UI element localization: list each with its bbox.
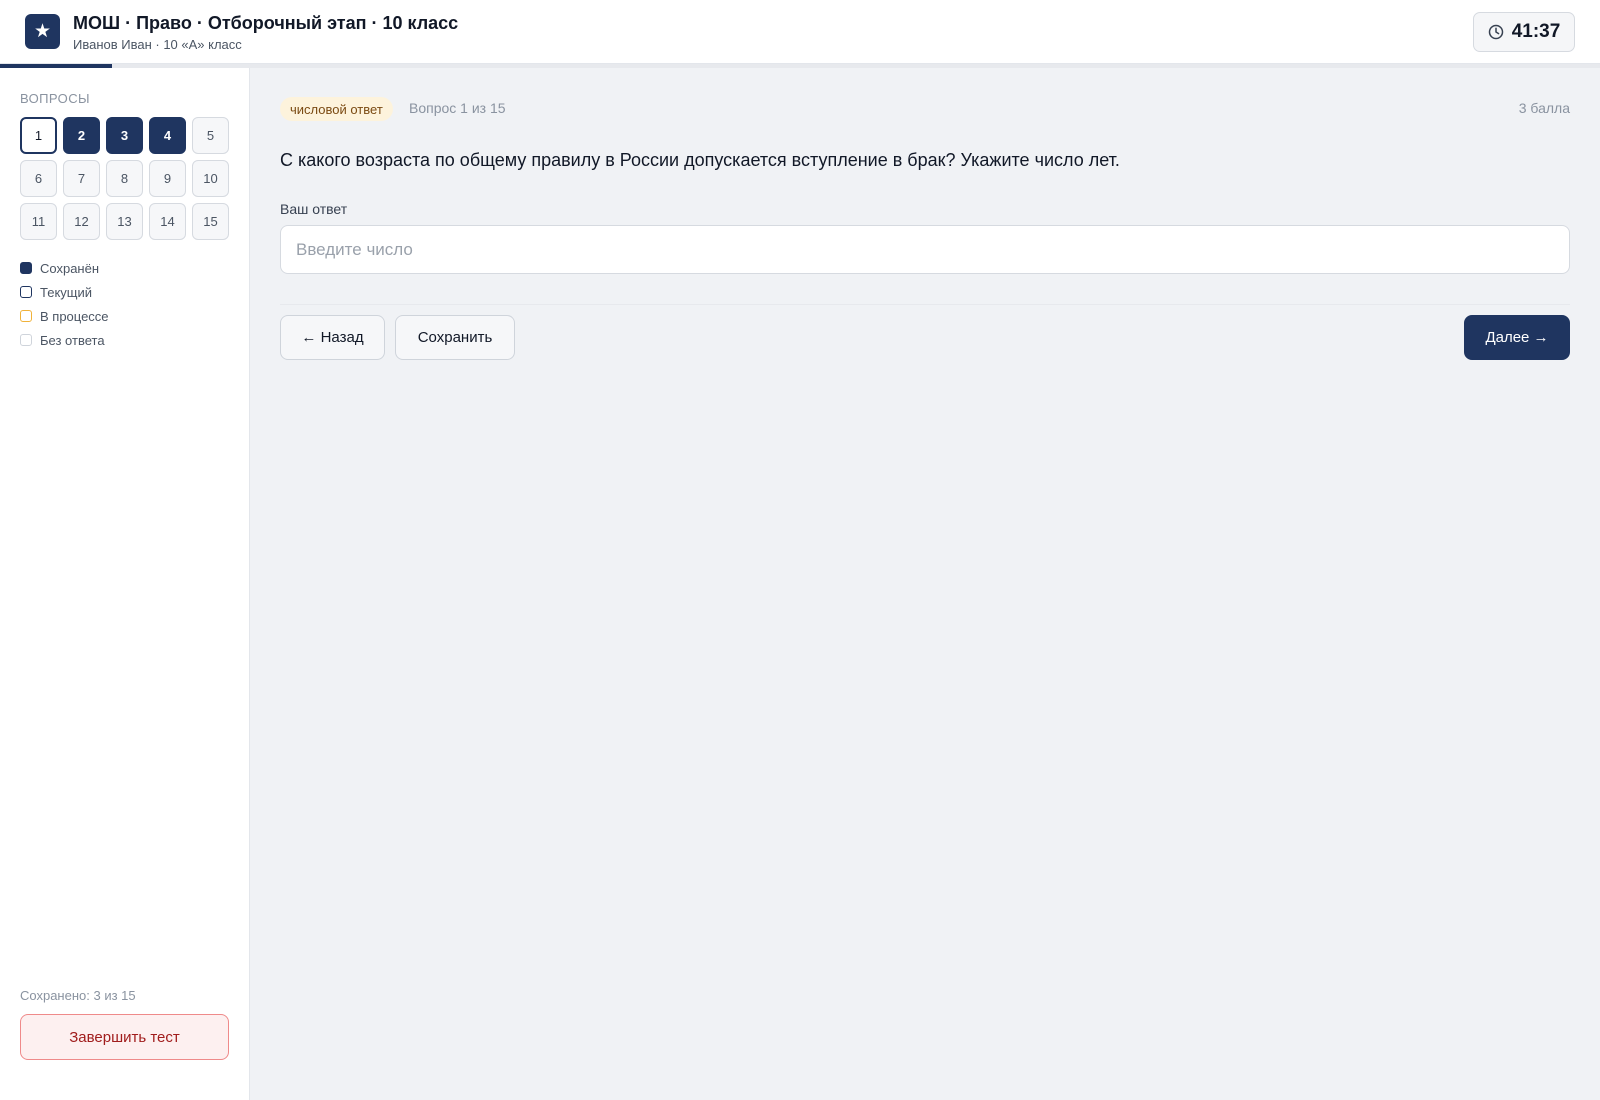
legend-swatch xyxy=(20,286,32,298)
legend-item-current: Текущий xyxy=(20,280,109,304)
sidebar: ВОПРОСЫ 1 2 3 4 5 6 7 8 9 10 11 12 13 14 15 Сохранён Те… xyxy=(0,68,250,1100)
question-points: 3 балла xyxy=(1518,100,1570,116)
legend-swatch xyxy=(20,262,32,274)
question-nav-8[interactable]: 8 xyxy=(106,160,143,197)
clock-icon xyxy=(1488,24,1504,40)
question-nav-9[interactable]: 9 xyxy=(149,160,186,197)
question-nav-7[interactable]: 7 xyxy=(63,160,100,197)
question-panel: числовой ответ Вопрос 1 из 15 3 балла С … xyxy=(250,68,1600,1100)
question-type-badge: числовой ответ xyxy=(280,97,393,121)
legend-label: Сохранён xyxy=(40,260,100,276)
legend-swatch xyxy=(20,334,32,346)
top-bar: ★ МОШ · Право · Отборочный этап · 10 кла… xyxy=(0,0,1600,64)
legend-label: Текущий xyxy=(40,284,92,300)
saved-count: Сохранено: 3 из 15 xyxy=(20,988,136,1003)
timer-value: 41:37 xyxy=(1511,21,1561,42)
timer: 41:37 xyxy=(1473,12,1575,52)
questions-heading: ВОПРОСЫ xyxy=(20,91,90,106)
question-nav-3[interactable]: 3 xyxy=(106,117,143,154)
answer-label: Ваш ответ xyxy=(280,201,348,217)
question-nav-4[interactable]: 4 xyxy=(149,117,186,154)
question-nav-11[interactable]: 11 xyxy=(20,203,57,240)
question-nav-15[interactable]: 15 xyxy=(192,203,229,240)
legend-swatch xyxy=(20,310,32,322)
legend-label: Без ответа xyxy=(40,332,105,348)
question-nav-6[interactable]: 6 xyxy=(20,160,57,197)
legend-item-progress: В процессе xyxy=(20,304,109,328)
question-nav-5[interactable]: 5 xyxy=(192,117,229,154)
question-nav-12[interactable]: 12 xyxy=(63,203,100,240)
question-grid: 1 2 3 4 5 6 7 8 9 10 11 12 13 14 15 xyxy=(20,117,229,240)
legend-label: В процессе xyxy=(40,308,109,324)
question-text: С какого возраста по общему правилу в Ро… xyxy=(280,150,1120,170)
next-button[interactable]: Далее → xyxy=(1464,315,1570,360)
back-button[interactable]: ← Назад xyxy=(280,315,385,360)
star-icon: ★ xyxy=(25,14,60,49)
save-button[interactable]: Сохранить xyxy=(395,315,515,360)
finish-test-button[interactable]: Завершить тест xyxy=(20,1014,229,1060)
question-nav-13[interactable]: 13 xyxy=(106,203,143,240)
question-nav-2[interactable]: 2 xyxy=(63,117,100,154)
legend-item-empty: Без ответа xyxy=(20,328,109,352)
student-info: Иванов Иван · 10 «А» класс xyxy=(73,37,242,52)
divider xyxy=(280,304,1570,305)
question-counter: Вопрос 1 из 15 xyxy=(409,100,506,116)
question-nav-14[interactable]: 14 xyxy=(149,203,186,240)
answer-input[interactable] xyxy=(280,225,1570,274)
page-title: МОШ · Право · Отборочный этап · 10 класс xyxy=(73,13,459,33)
question-nav-10[interactable]: 10 xyxy=(192,160,229,197)
status-legend: Сохранён Текущий В процессе Без ответа xyxy=(20,256,109,352)
legend-item-saved: Сохранён xyxy=(20,256,109,280)
question-nav-1[interactable]: 1 xyxy=(20,117,57,154)
